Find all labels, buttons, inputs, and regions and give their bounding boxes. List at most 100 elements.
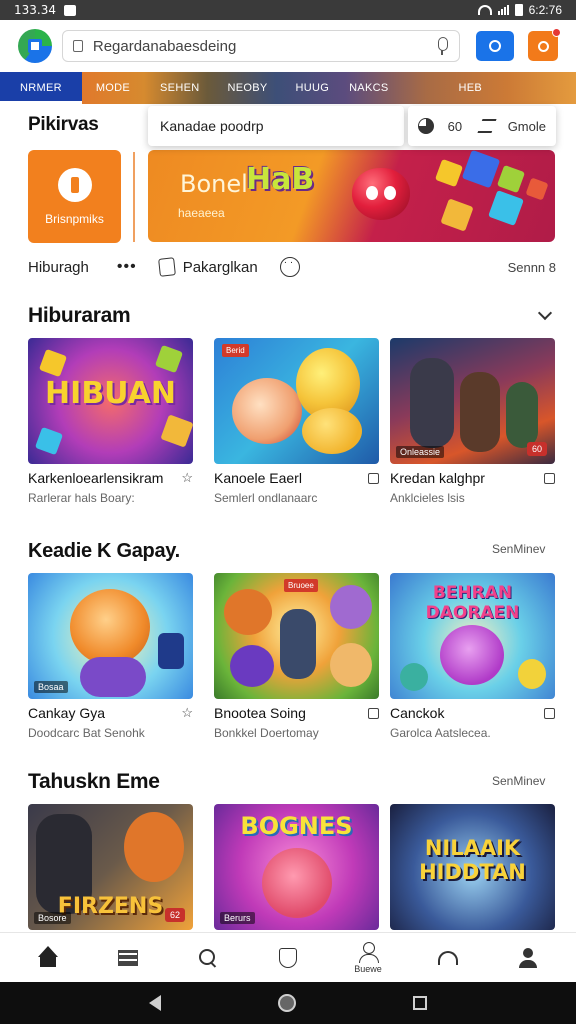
tab-category-3[interactable]: NEOBY [217, 82, 285, 94]
cube-deco [496, 164, 526, 194]
hero-divider [133, 152, 135, 242]
card-subtitle: Rarlerar hals Boary: [28, 491, 135, 505]
search-icon [199, 948, 217, 967]
nav-search[interactable] [178, 935, 238, 981]
recents-icon[interactable] [413, 996, 428, 1010]
circle-button[interactable] [476, 31, 515, 61]
more-dots-icon[interactable]: ••• [117, 258, 137, 276]
game-thumbnail: Bosaa [28, 573, 193, 699]
game-thumbnail: BOGNES Berurs [214, 804, 379, 930]
signal-icon [497, 5, 509, 15]
status-bar: 133.34 6:2:76 [0, 0, 576, 20]
nav-home[interactable] [18, 935, 78, 981]
face-icon[interactable] [279, 257, 300, 277]
bookmark-icon[interactable] [368, 707, 379, 719]
cube-deco [440, 198, 474, 232]
wifi-icon [477, 5, 492, 15]
thumb-rating-tag: 62 [164, 908, 185, 922]
thumb-title: HIBUAN [45, 376, 176, 411]
cube-deco [461, 150, 501, 189]
tab-category-5[interactable]: NAKCS [339, 82, 448, 94]
bottom-nav: Buewe [0, 932, 576, 982]
thumb-badge: Onleassie [396, 446, 445, 458]
card-title: Cankay Gya [28, 705, 106, 721]
game-thumbnail: NILAAIK HIDDTAN [390, 804, 555, 930]
game-card[interactable]: Bruoee Bnootea Soing Bonkkel Doertomay [214, 573, 379, 740]
see-more-link[interactable]: SenMinev [492, 774, 545, 788]
game-card[interactable]: HIBUAN Karkenloearlensikram ☆ Rarlerar ha… [28, 338, 193, 505]
nav-shield[interactable] [258, 935, 318, 981]
game-card[interactable]: NILAAIK HIDDTAN [390, 804, 555, 930]
system-nav-bar [0, 982, 576, 1024]
hero-logo-icon [57, 167, 92, 202]
play-store-page: 133.34 6:2:76 NRMER MODE SEHEN NEOBY HUU… [0, 0, 576, 1024]
circle-icon [489, 40, 502, 52]
card-title: Bnootea Soing [214, 705, 306, 721]
game-thumbnail: HIBUAN [28, 338, 193, 464]
nav-account[interactable] [498, 935, 558, 981]
card-subtitle: Garolca Aatslecea. [390, 726, 491, 740]
card-title: Kanoele Eaerl [214, 470, 302, 486]
nav-call[interactable] [418, 935, 478, 981]
battery-icon [514, 4, 523, 16]
game-card[interactable]: FIRZENS Bosore 62 [28, 804, 193, 930]
bookmark-icon[interactable] [368, 472, 379, 484]
top-bar [0, 22, 576, 70]
search-input[interactable] [92, 37, 436, 55]
nav-apps[interactable] [98, 935, 158, 981]
bookmark-icon[interactable] [544, 707, 555, 719]
nav-profile[interactable]: Buewe [338, 935, 398, 981]
app-logo-icon[interactable] [18, 29, 52, 63]
bell-icon [537, 40, 549, 52]
notifications-button[interactable] [528, 28, 561, 61]
page-icon [157, 257, 176, 277]
tab-category-4[interactable]: HUUG [285, 82, 339, 94]
mic-icon[interactable] [435, 37, 449, 55]
shield-icon [279, 947, 297, 968]
game-card[interactable]: BEHRAN DAORAEN Canckok Garolca Aatslecea… [390, 573, 555, 740]
suggestion-label: Gmole [507, 118, 546, 134]
suggestion-num: 60 [447, 118, 463, 134]
status-right-time: 6:2:76 [528, 3, 562, 17]
game-card[interactable]: Bosaa Cankay Gya ☆ Doodcarc Bat Senohk [28, 573, 193, 740]
card-subtitle: Anklcieles lsis [390, 491, 465, 505]
pie-icon [418, 118, 434, 134]
home-button-icon[interactable] [277, 994, 296, 1012]
account-icon [518, 947, 538, 968]
category-tabs: NRMER MODE SEHEN NEOBY HUUG NAKCS HEB [0, 72, 576, 104]
card-title: Kredan kalghpr [390, 470, 485, 486]
card-subtitle: Semlerl ondlanaarc [214, 491, 318, 505]
phone-icon [438, 950, 458, 965]
game-card[interactable]: BOGNES Berurs [214, 804, 379, 930]
apple-mascot [352, 168, 410, 220]
back-icon[interactable] [148, 995, 161, 1011]
thumb-title: BEHRAN DAORAEN [425, 583, 520, 623]
tab-category-6[interactable]: HEB [448, 82, 492, 94]
star-icon: ☆ [181, 470, 193, 485]
thumb-rating-tag: 60 [526, 442, 547, 456]
card-subtitle: Doodcarc Bat Senohk [28, 726, 145, 740]
card-subtitle: Bonkkel Doertomay [214, 726, 319, 740]
section-title: Hiburaram [28, 304, 131, 327]
tab-category-0[interactable]: NRMER [0, 72, 82, 104]
game-card[interactable]: Onleassie 60 Kredan kalghpr Anklcieles l… [390, 338, 555, 505]
action-left[interactable]: Hiburagh [28, 259, 89, 276]
search-bar[interactable] [61, 30, 461, 62]
bookmark-icon[interactable] [544, 472, 555, 484]
action-right[interactable]: Sennn 8 [508, 260, 556, 275]
thumb-title: NILAAIK HIDDTAN [419, 836, 526, 884]
game-thumbnail: BEHRAN DAORAEN [390, 573, 555, 699]
tab-category-2[interactable]: SEHEN [150, 82, 217, 94]
action-middle[interactable]: Pakarglkan [183, 259, 258, 276]
hero-banner[interactable]: Bonel HaB haeaeea [148, 150, 555, 242]
chevron-down-icon[interactable] [537, 305, 553, 321]
thumb-tag: Bruoee [284, 579, 318, 592]
cube-deco [525, 177, 549, 201]
see-more-link[interactable]: SenMinev [492, 542, 545, 556]
suggestion-dropdown[interactable]: Kanadae poodrp [148, 106, 404, 146]
game-thumbnail: Onleassie 60 [390, 338, 555, 464]
hero-tile[interactable]: Brisnpmiks [28, 150, 121, 243]
tab-category-1[interactable]: MODE [82, 82, 150, 94]
game-card[interactable]: Berid Kanoele Eaerl Semlerl ondlanaarc [214, 338, 379, 505]
suggestion-chip[interactable]: 60 Gmole [408, 106, 556, 146]
